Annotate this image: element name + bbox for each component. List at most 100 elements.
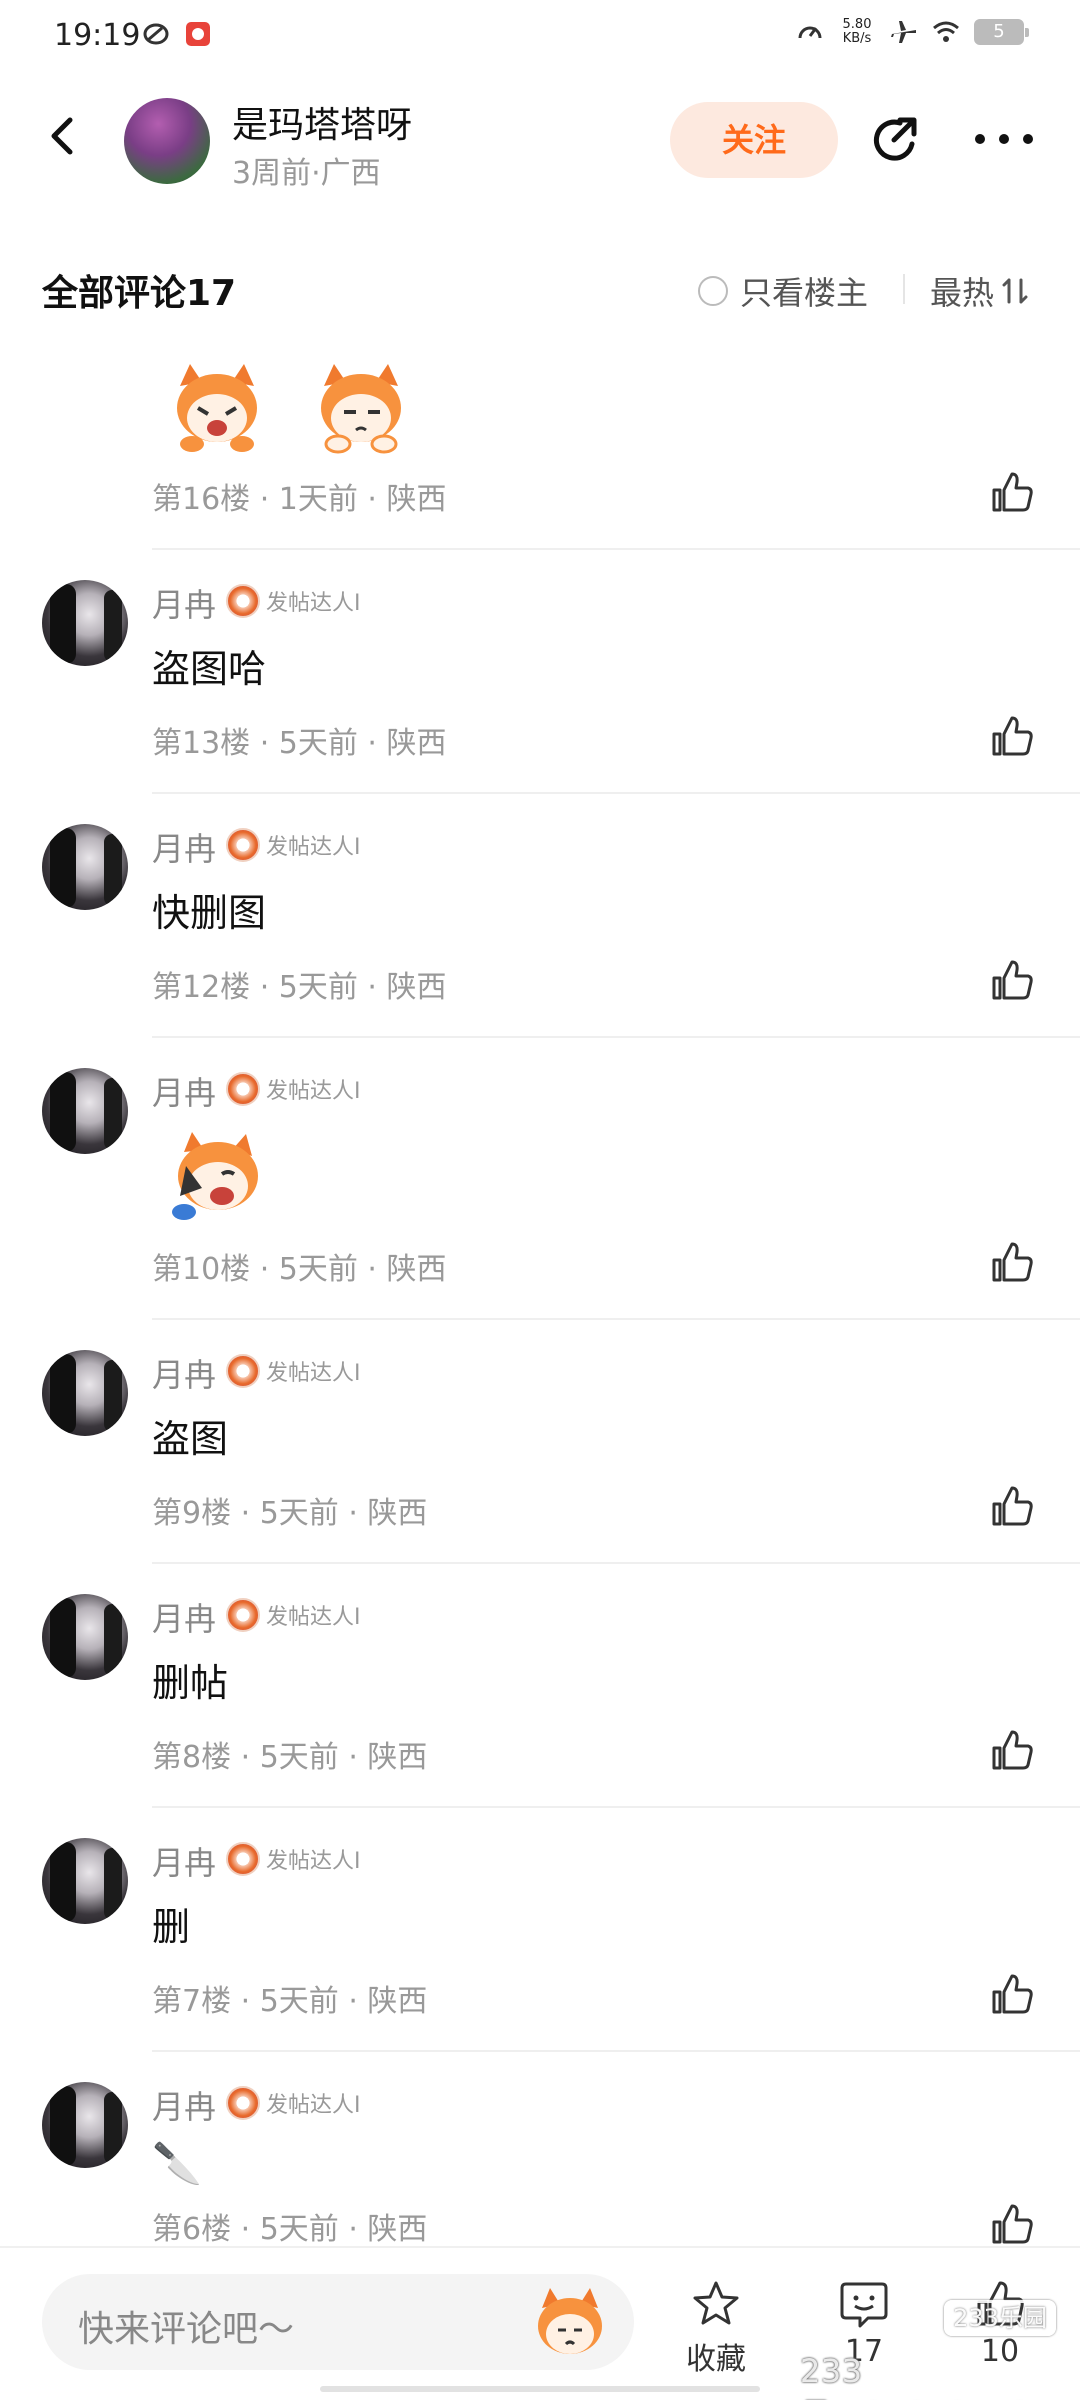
badge-label: 发帖达人I <box>266 591 361 616</box>
comment-username[interactable]: 月冉 <box>152 2082 216 2128</box>
like-icon[interactable] <box>990 1240 1034 1284</box>
user-badge: 发帖达人I <box>226 2086 361 2120</box>
comment-input[interactable]: 快来评论吧～ <box>42 2274 634 2370</box>
comment-username[interactable]: 月冉 <box>152 1838 216 1884</box>
comment-text: 删帖 <box>152 1661 229 1705</box>
status-bar: 19:19 5.80 KB/s 5 <box>0 0 1080 78</box>
post-header: 是玛塔塔呀 3周前·广西 关注 <box>0 78 1080 203</box>
comment-username[interactable]: 月冉 <box>152 1350 216 1396</box>
badge-icon <box>226 2086 260 2120</box>
comment-meta: 第9楼 · 5天前 · 陕西 <box>152 1496 428 1531</box>
comment-meta: 第10楼 · 5天前 · 陕西 <box>152 1252 447 1287</box>
comment-username[interactable]: 月冉 <box>152 1068 216 1114</box>
favorite-button[interactable]: 收藏 <box>666 2278 766 2378</box>
home-indicator[interactable] <box>320 2386 760 2392</box>
user-avatar[interactable] <box>42 1838 128 1924</box>
author-avatar[interactable] <box>124 98 210 184</box>
user-avatar[interactable] <box>42 1068 128 1154</box>
badge-icon <box>226 1842 260 1876</box>
comment-meta: 第8楼 · 5天前 · 陕西 <box>152 1740 428 1775</box>
net-speed-unit: KB/s <box>842 31 872 46</box>
comment-text: 快删图 <box>152 891 267 935</box>
comments-header: 全部评论17 只看楼主 最热 <box>0 250 1080 320</box>
battery-icon: 5 <box>974 19 1029 45</box>
status-app-icons <box>142 20 212 48</box>
comment-text: 删 <box>152 1905 191 1949</box>
comment-item: 月冉 发帖达人I 删 第7楼 · 5天前 · 陕西 <box>0 1808 1080 2052</box>
app-notification-icon <box>186 22 210 46</box>
watermark-text: 233号:521849642 <box>800 2352 1031 2400</box>
user-badge: 发帖达人I <box>226 1354 361 1388</box>
back-button[interactable] <box>36 108 92 164</box>
airplane-icon <box>891 21 916 43</box>
like-icon[interactable] <box>990 958 1034 1002</box>
laughing-sticker-icon <box>172 1132 258 1220</box>
badge-label: 发帖达人I <box>266 1079 361 1104</box>
comment-item: 第16楼 · 1天前 · 陕西 <box>0 340 1080 550</box>
only-op-label: 只看楼主 <box>740 274 869 312</box>
like-icon[interactable] <box>990 714 1034 758</box>
like-icon[interactable] <box>990 1728 1034 1772</box>
comment-meta: 第7楼 · 5天前 · 陕西 <box>152 1984 428 2019</box>
user-avatar[interactable] <box>42 824 128 910</box>
crying-sticker-icon <box>177 364 257 452</box>
comment-item: 月冉 发帖达人I 盗图哈 第13楼 · 5天前 · 陕西 <box>0 550 1080 794</box>
status-right: 5.80 KB/s 5 <box>796 18 1029 46</box>
user-avatar[interactable] <box>42 2082 128 2168</box>
comment-item: 月冉 发帖达人I 盗图 第9楼 · 5天前 · 陕西 <box>0 1320 1080 1564</box>
sleepy-sticker-icon <box>321 364 401 454</box>
comment-text: 盗图 <box>152 1417 229 1461</box>
comment-item: 月冉 发帖达人I 删帖 第8楼 · 5天前 · 陕西 <box>0 1564 1080 1808</box>
only-op-toggle[interactable]: 只看楼主 <box>698 268 868 314</box>
radio-icon[interactable] <box>698 276 728 306</box>
net-speed: 5.80 KB/s <box>838 18 876 46</box>
user-badge: 发帖达人I <box>226 584 361 618</box>
user-avatar[interactable] <box>42 580 128 666</box>
comment-input-placeholder: 快来评论吧～ <box>78 2309 295 2350</box>
user-badge: 发帖达人I <box>226 1072 361 1106</box>
comment-item: 月冉 发帖达人I 快删图 第12楼 · 5天前 · 陕西 <box>0 794 1080 1038</box>
sort-label: 最热 <box>930 274 995 312</box>
like-icon[interactable] <box>990 1484 1034 1528</box>
comment-text: 盗图哈 <box>152 647 267 691</box>
comment-username[interactable]: 月冉 <box>152 580 216 626</box>
user-badge: 发帖达人I <box>226 828 361 862</box>
more-icon[interactable] <box>972 124 1036 154</box>
comment-meta: 第13楼 · 5天前 · 陕西 <box>152 726 447 761</box>
user-avatar[interactable] <box>42 1594 128 1680</box>
badge-label: 发帖达人I <box>266 1361 361 1386</box>
comment-username[interactable]: 月冉 <box>152 1594 216 1640</box>
net-speed-value: 5.80 <box>842 17 872 32</box>
user-badge: 发帖达人I <box>226 1598 361 1632</box>
star-icon <box>693 2281 739 2325</box>
sort-button[interactable]: 最热 <box>930 268 1028 314</box>
comments-title: 全部评论17 <box>42 273 237 314</box>
share-icon[interactable] <box>866 110 926 170</box>
like-icon[interactable] <box>990 1972 1034 2016</box>
author-meta: 3周前·广西 <box>232 156 381 191</box>
status-time: 19:19 <box>54 18 141 53</box>
like-icon[interactable] <box>990 2202 1034 2246</box>
user-avatar[interactable] <box>42 1350 128 1436</box>
comment-meta: 第12楼 · 5天前 · 陕西 <box>152 970 447 1005</box>
author-name[interactable]: 是玛塔塔呀 <box>232 96 412 148</box>
badge-icon <box>226 1354 260 1388</box>
like-icon[interactable] <box>990 470 1034 514</box>
badge-label: 发帖达人I <box>266 2093 361 2118</box>
comment-username[interactable]: 月冉 <box>152 824 216 870</box>
badge-icon <box>226 584 260 618</box>
badge-icon <box>226 828 260 862</box>
speedometer-icon <box>798 26 822 39</box>
comment-meta: 第16楼 · 1天前 · 陕西 <box>152 482 447 517</box>
badge-icon <box>226 1598 260 1632</box>
comment-item: 月冉 发帖达人I 第10楼 · 5天前 · 陕西 <box>0 1038 1080 1320</box>
badge-label: 发帖达人I <box>266 835 361 860</box>
badge-label: 发帖达人I <box>266 1849 361 1874</box>
comment-meta: 第6楼 · 5天前 · 陕西 <box>152 2212 428 2246</box>
watermark-logo: 233乐园 <box>944 2300 1056 2336</box>
sticker-picker-icon[interactable] <box>530 2282 610 2362</box>
follow-button[interactable]: 关注 <box>670 102 838 178</box>
comment-icon <box>840 2282 888 2328</box>
sort-icon <box>1002 278 1028 304</box>
divider <box>903 274 905 304</box>
